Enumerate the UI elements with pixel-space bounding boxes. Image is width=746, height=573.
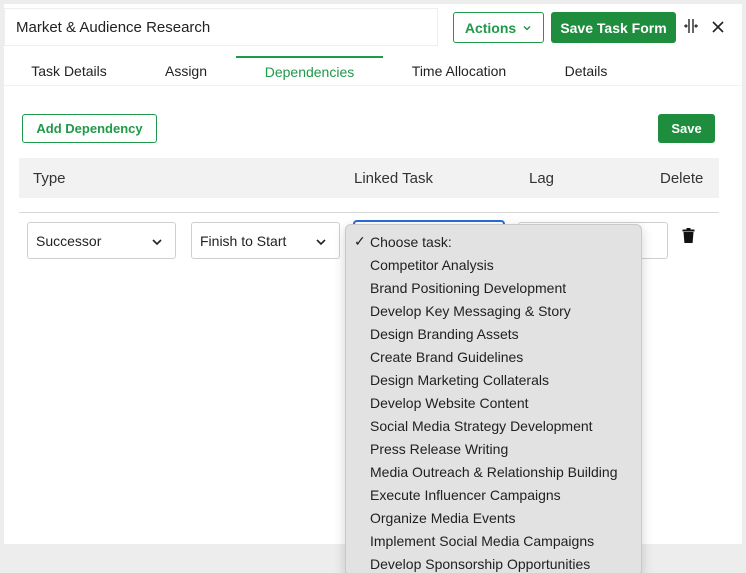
tabs-divider [4,85,742,86]
dropdown-option[interactable]: Organize Media Events [370,510,516,526]
tab-time-allocation[interactable]: Time Allocation [385,56,533,86]
tab-assign[interactable]: Assign [136,56,236,86]
trash-icon[interactable] [682,228,695,243]
column-header-delete: Delete [660,170,704,187]
save-dependencies-button[interactable]: Save [658,114,715,143]
dropdown-option[interactable]: Design Branding Assets [370,326,519,342]
actions-label: Actions [464,19,517,36]
save-task-form-button[interactable]: Save Task Form [551,12,676,43]
actions-button[interactable]: Actions [453,12,544,43]
tab-dependencies[interactable]: Dependencies [236,56,383,86]
dependency-type-select[interactable]: Successor [27,222,176,259]
checkmark-icon: ✓ [354,233,366,249]
dropdown-option[interactable]: Create Brand Guidelines [370,349,523,365]
dropdown-option[interactable]: Media Outreach & Relationship Building [370,464,617,480]
dropdown-option[interactable]: Develop Website Content [370,395,529,411]
tab-details[interactable]: Details [533,56,639,86]
dependency-relation-select[interactable]: Finish to Start [191,222,340,259]
tab-task-details[interactable]: Task Details [4,56,134,86]
dropdown-option[interactable]: Execute Influencer Campaigns [370,487,561,503]
close-icon[interactable] [711,20,725,34]
column-header-lag: Lag [529,170,555,187]
split-view-icon[interactable] [683,18,699,34]
dropdown-option[interactable]: Develop Key Messaging & Story [370,303,571,319]
dropdown-option[interactable]: Implement Social Media Campaigns [370,533,594,549]
dropdown-option[interactable]: Brand Positioning Development [370,280,566,296]
dependency-type-value: Successor [36,232,102,249]
column-header-linked-task: Linked Task [354,170,433,187]
task-title-input[interactable]: Market & Audience Research [4,8,438,46]
chevron-down-icon [523,25,531,31]
column-header-type: Type [33,170,66,187]
dependency-relation-value: Finish to Start [200,232,287,249]
dropdown-option[interactable]: Social Media Strategy Development [370,418,593,434]
dropdown-option[interactable]: Press Release Writing [370,441,508,457]
chevron-down-icon [316,239,326,246]
dropdown-option[interactable]: Design Marketing Collaterals [370,372,549,388]
add-dependency-button[interactable]: Add Dependency [22,114,157,143]
dropdown-option[interactable]: Competitor Analysis [370,257,494,273]
linked-task-dropdown[interactable]: ✓ Choose task: Competitor Analysis Brand… [345,224,642,573]
table-header-divider [19,212,719,213]
dropdown-option[interactable]: Develop Sponsorship Opportunities [370,556,590,572]
dropdown-option[interactable]: Choose task: [370,234,452,250]
chevron-down-icon [152,239,162,246]
